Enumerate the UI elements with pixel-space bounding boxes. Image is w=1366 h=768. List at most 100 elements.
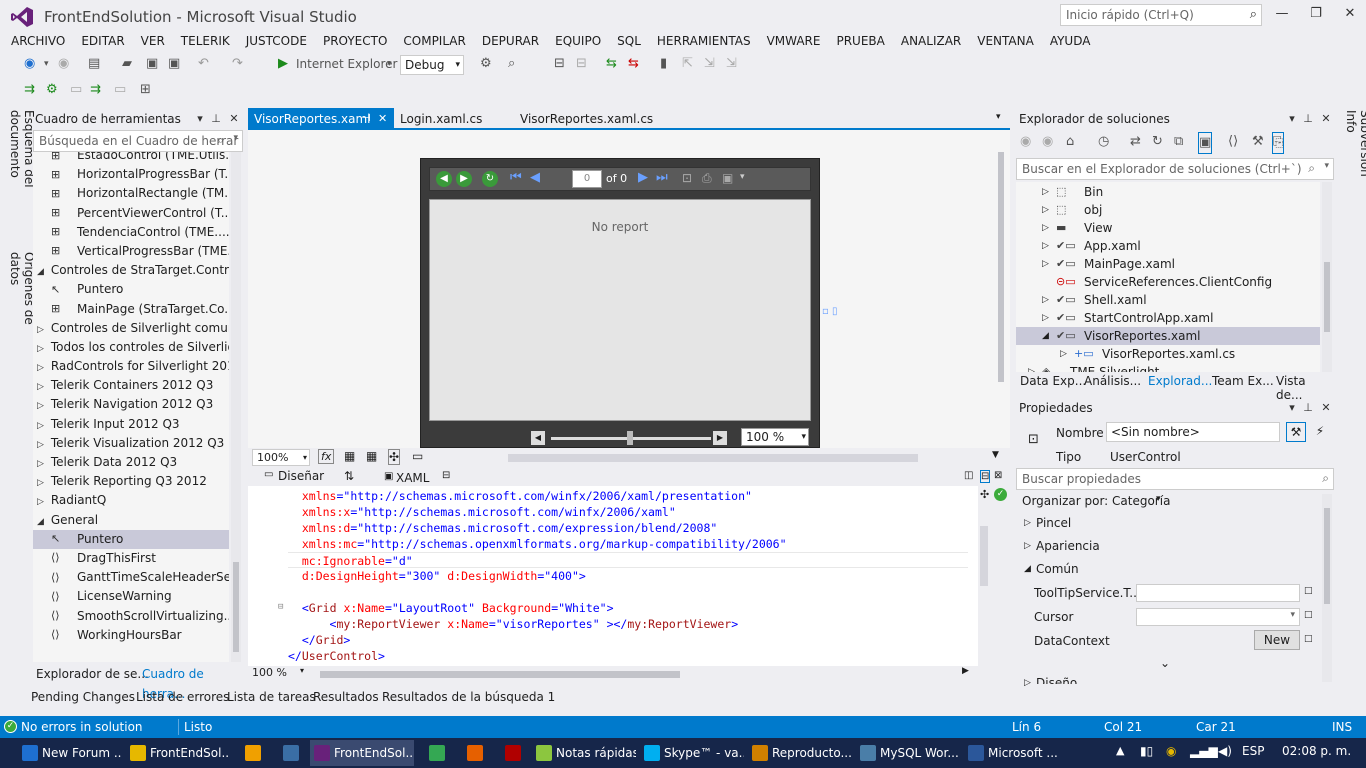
expand-icon[interactable]: ▷ [1060, 345, 1067, 363]
tab-analysis[interactable]: Análisis... [1084, 374, 1141, 388]
run-tests-icon[interactable]: ⇉ [24, 80, 35, 100]
pin-icon[interactable]: ⊥ [1301, 109, 1315, 129]
expand-icon[interactable]: ▷ [1042, 255, 1049, 273]
expand-icon[interactable]: ▷ [1024, 541, 1031, 551]
toolbox-item[interactable]: ⟨⟩ WorkingHoursBar [33, 626, 229, 645]
tab-visorreportes-xaml-cs[interactable]: VisorReportes.xaml.cs [514, 108, 659, 130]
category-comun[interactable]: Común [1036, 562, 1079, 576]
menu-ver[interactable]: VER [133, 32, 173, 50]
name-input[interactable]: <Sin nombre> [1106, 422, 1280, 442]
pin-icon[interactable]: ⊥ [1301, 398, 1315, 418]
toolbox-item[interactable]: ▷ Telerik Visualization 2012 Q3 [33, 434, 229, 453]
horizontal-split-icon[interactable]: ⊟ [980, 470, 991, 483]
report-zoom-select[interactable]: 100 % ▾ [741, 428, 809, 446]
menu-telerik[interactable]: TELERIK [173, 32, 238, 50]
forward-icon[interactable]: ◉ [1042, 132, 1053, 152]
collapse-pane-icon[interactable]: ⊟ [442, 470, 450, 481]
attach-icon[interactable]: ⚙ [480, 54, 492, 74]
collapse-icon[interactable]: ◢ [1024, 564, 1031, 574]
solution-tree-item[interactable]: ▷ ✔▭ MainPage.xaml [1016, 255, 1320, 273]
taskbar-item[interactable] [456, 740, 490, 766]
grid-icon[interactable]: ▦ [344, 449, 355, 463]
category-apariencia[interactable]: Apariencia [1036, 539, 1100, 553]
expand-icon[interactable]: ▷ [37, 474, 47, 491]
adorner-handle-icon[interactable]: ▫ ▯ [822, 306, 837, 317]
toolbox-item[interactable]: ▷ Telerik Containers 2012 Q3 [33, 376, 229, 395]
start-debugging-icon[interactable]: ▶ [278, 54, 288, 74]
start-button[interactable] [0, 738, 16, 768]
forward-icon[interactable]: ▶ [456, 171, 472, 187]
layout-icon[interactable]: ⊞ [140, 80, 151, 100]
solution-config-select[interactable]: Debug ▾ [400, 55, 464, 75]
expand-icon[interactable]: ▷ [1042, 237, 1049, 255]
taskbar-item[interactable]: Skype™ - va... [640, 740, 744, 766]
next-page-icon[interactable]: ▶ [638, 170, 648, 185]
menu-editar[interactable]: EDITAR [73, 32, 132, 50]
pin-icon[interactable]: ⊥ [209, 109, 223, 129]
tab-task-list[interactable]: Lista de tareas [227, 690, 316, 704]
subversion-info-tab[interactable]: Subversion Info [1344, 110, 1366, 200]
tray-icon[interactable]: ◉ [1166, 744, 1176, 758]
connect-icon[interactable]: ⇆ [606, 54, 617, 74]
code-line[interactable]: xmlns="http://schemas.microsoft.com/winf… [288, 488, 752, 504]
taskbar-item[interactable]: FrontEndSol... [126, 740, 230, 766]
toolbox-item[interactable]: ⊞ PercentViewerControl (T... [33, 204, 229, 223]
expand-icon[interactable]: ▷ [37, 436, 47, 453]
xaml-code-editor[interactable]: xmlns = "http://schemas.microsoft.com/winf… [248, 486, 978, 666]
taskbar-item[interactable]: New Forum ... [18, 740, 122, 766]
keyboard-language[interactable]: ESP [1242, 744, 1264, 758]
split-icon[interactable]: ✣ [980, 488, 989, 501]
refresh-icon[interactable]: ↻ [482, 171, 498, 187]
taskbar-item[interactable]: MySQL Wor... [856, 740, 960, 766]
deploy-icon[interactable]: ⇉ [90, 80, 101, 100]
property-search-input[interactable]: Buscar propiedades ⌕ [1016, 468, 1334, 490]
solution-tree-item[interactable]: ▷ +▭ VisorReportes.xaml.cs [1016, 345, 1320, 363]
tool-icon[interactable]: ▭ [114, 80, 126, 100]
scroll-down-icon[interactable]: ▼ [992, 450, 999, 460]
bookmark-next-icon[interactable]: ⇲ [704, 54, 715, 74]
designer-zoom-select[interactable]: 100% ▾ [252, 449, 310, 466]
tool-icon[interactable]: ⊟ [576, 54, 587, 74]
menu-compilar[interactable]: COMPILAR [395, 32, 473, 50]
show-more-chevron-icon[interactable]: ⌄ [1160, 656, 1170, 670]
chevron-down-icon[interactable]: ▾ [1285, 109, 1299, 129]
chevron-down-icon[interactable]: ▾ [1285, 398, 1299, 418]
tab-design[interactable]: Diseñar [278, 469, 324, 483]
toolbox-item[interactable]: ⊞ TendenciaControl (TME.... [33, 223, 229, 242]
back-icon[interactable]: ◉ [1020, 132, 1031, 152]
taskbar-item[interactable] [234, 740, 268, 766]
comment-icon[interactable]: ▭ [412, 449, 423, 463]
expand-icon[interactable]: ▷ [1024, 518, 1031, 528]
toolbox-item[interactable]: ▷ RadControls for Silverlight 2012... [33, 357, 229, 376]
chevron-down-icon[interactable]: ▾ [1156, 494, 1161, 504]
toolbox-scrollbar[interactable] [231, 152, 241, 662]
chevron-down-icon[interactable]: ▾ [996, 112, 1001, 122]
property-cursor-select[interactable]: ▾ [1136, 608, 1300, 626]
tab-pending-changes[interactable]: Pending Changes [31, 690, 135, 704]
toolbox-item[interactable]: ⟨⟩ SmoothScrollVirtualizing... [33, 607, 229, 626]
solution-tree-item[interactable]: ▷ ✔▭ App.xaml [1016, 237, 1320, 255]
solution-tree-item[interactable]: ◢ ✔▭ VisorReportes.xaml [1016, 327, 1320, 345]
volume-icon[interactable]: ◀) [1218, 744, 1232, 758]
menu-archivo[interactable]: ARCHIVO [3, 32, 73, 50]
menu-proyecto[interactable]: PROYECTO [315, 32, 395, 50]
print-icon[interactable]: ⎙ [702, 171, 712, 186]
property-tooltip-input[interactable] [1136, 584, 1300, 602]
solution-tree-item[interactable]: ▷ ✔▭ StartControlApp.xaml [1016, 309, 1320, 327]
tab-find-results[interactable]: Resultados de la búsqueda 1 [382, 690, 555, 704]
disconnect-icon[interactable]: ⇆ [628, 54, 639, 74]
toolbox-item[interactable]: ◢ General [33, 511, 229, 530]
expand-icon[interactable]: ▷ [1042, 201, 1049, 219]
tab-solution-explorer-left[interactable]: Explorador de se... [36, 664, 149, 684]
home-icon[interactable]: ⌂ [1066, 132, 1074, 152]
chevron-down-icon[interactable]: ▾ [44, 54, 49, 74]
chevron-down-icon[interactable]: ▾ [387, 54, 392, 74]
solution-tree-item[interactable]: ▷ ⬚ obj [1016, 201, 1320, 219]
solution-tree-item[interactable]: ▷ ✔▭ Shell.xaml [1016, 291, 1320, 309]
find-icon[interactable]: ⌕ [508, 54, 515, 74]
zoom-out-icon[interactable]: ◀ [531, 431, 545, 445]
scroll-right-icon[interactable]: ▶ [962, 666, 969, 676]
tab-visorreportes-xaml[interactable]: VisorReportes.xaml ⊣ ✕ [248, 108, 394, 130]
taskbar-item[interactable] [272, 740, 306, 766]
close-icon[interactable]: ✕ [378, 108, 387, 130]
